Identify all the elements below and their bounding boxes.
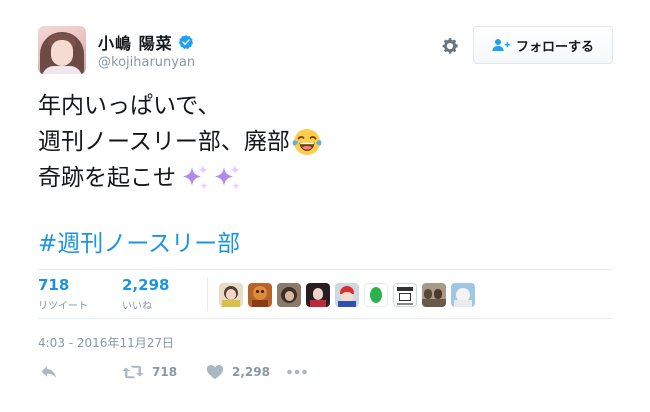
follow-button[interactable]: フォローする [473, 26, 613, 64]
sparkles-emoji-icon [215, 165, 240, 190]
stats-bottom-divider [38, 318, 612, 319]
liker-avatar[interactable] [248, 283, 272, 307]
liker-avatar[interactable] [219, 283, 243, 307]
stats-separator [207, 277, 208, 311]
tweet-line-1-text: 年内いっぱいで、 [38, 93, 221, 119]
liker-avatar[interactable] [451, 283, 475, 307]
liker-avatar[interactable] [277, 283, 301, 307]
more-dots-icon [287, 369, 307, 375]
tears-of-joy-emoji-icon [292, 129, 322, 155]
liker-avatar[interactable] [422, 283, 446, 307]
retweet-button[interactable]: 718 [122, 364, 177, 380]
retweet-icon [122, 365, 144, 379]
tweet-line-3-text: 奇跡を起こせ [38, 165, 176, 191]
tweet-text: 年内いっぱいで、 週刊ノースリー部、廃部 奇跡を起こせ [38, 88, 322, 196]
like-button[interactable]: 2,298 [206, 364, 270, 380]
verified-badge-icon [178, 35, 193, 50]
reply-arrow-icon [41, 366, 56, 378]
user-handle[interactable]: @kojiharunyan [98, 55, 195, 70]
person-add-icon [492, 39, 510, 51]
reply-button[interactable] [40, 364, 58, 380]
tweet-line-3: 奇跡を起こせ [38, 160, 322, 196]
retweet-action-count: 718 [152, 365, 178, 379]
more-button[interactable] [286, 364, 308, 380]
tweet-card: 小嶋 陽菜 @kojiharunyan フォローする 年内いっぱいで、 週刊ノー… [0, 0, 650, 412]
like-stat-label: いいね [122, 301, 152, 312]
liker-avatar[interactable] [306, 283, 330, 307]
avatar-shoulder [42, 66, 82, 74]
stats-top-divider [38, 269, 612, 270]
like-stat-count: 2,298 [122, 276, 170, 294]
tweet-line-2: 週刊ノースリー部、廃部 [38, 124, 322, 160]
display-name[interactable]: 小嶋 陽菜 [98, 30, 173, 54]
retweet-stat[interactable]: 718 リツイート [38, 276, 88, 312]
liker-avatar[interactable] [335, 283, 359, 307]
retweet-stat-label: リツイート [38, 301, 88, 312]
gear-icon[interactable] [440, 36, 460, 56]
like-action-count: 2,298 [232, 365, 270, 379]
follow-label: フォローする [515, 39, 594, 55]
user-name-row[interactable]: 小嶋 陽菜 [98, 30, 194, 54]
liker-avatar[interactable] [393, 283, 417, 307]
sparkles-emoji-icon [183, 165, 208, 190]
hashtag-link[interactable]: #週刊ノースリー部 [38, 226, 240, 262]
like-stat[interactable]: 2,298 いいね [122, 276, 169, 312]
timestamp[interactable]: 4:03 - 2016年11月27日 [38, 334, 174, 351]
liker-avatars [219, 283, 480, 307]
retweet-stat-count: 718 [38, 276, 70, 294]
avatar-face [51, 40, 73, 66]
tweet-line-1: 年内いっぱいで、 [38, 88, 322, 124]
avatar[interactable] [38, 26, 86, 74]
heart-icon [206, 365, 224, 380]
liker-avatar[interactable] [364, 283, 388, 307]
tweet-line-2-text: 週刊ノースリー部、廃部 [38, 129, 290, 155]
